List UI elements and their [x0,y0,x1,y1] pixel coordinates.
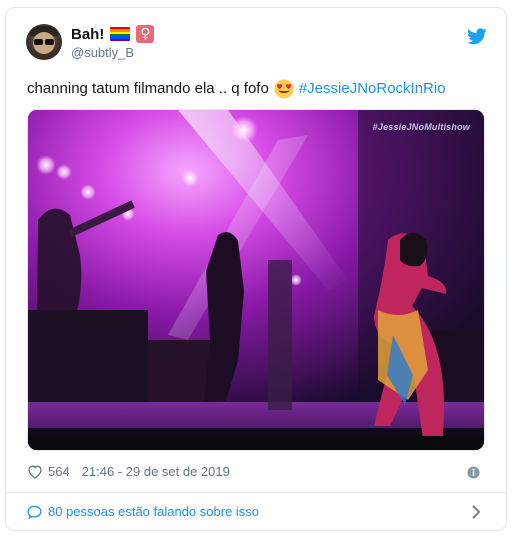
female-sign-emoji: ♀ [136,25,155,43]
tweet-photo[interactable]: #JessieJNoMultishow [27,109,485,451]
divider [6,492,506,493]
tweet-body: channing tatum filmando ela .. q fofo [27,80,269,97]
rainbow-flag-emoji [110,27,131,41]
broadcast-watermark: #JessieJNoMultishow [372,122,470,132]
info-icon[interactable] [467,466,480,479]
tweet-card[interactable]: Bah! ♀ @subtly_B channing tatum filmando… [5,7,507,531]
conversation-label: 80 pessoas estão falando sobre isso [48,504,260,519]
conversation-link[interactable]: 80 pessoas estão falando sobre isso [27,504,259,519]
timestamp[interactable]: 21:46 - 29 de set de 2019 [82,464,230,479]
speech-bubble-icon [27,505,42,519]
tweet-meta: 564 21:46 - 29 de set de 2019 [27,464,230,479]
user-handle[interactable]: @subtly_B [71,45,134,60]
heart-icon[interactable] [27,464,43,479]
heart-eyes-emoji [274,79,294,99]
like-count[interactable]: 564 [48,464,70,479]
author-name-row[interactable]: Bah! ♀ [71,25,155,43]
concert-stage-image [28,110,484,450]
hashtag-link[interactable]: #JessieJNoRockInRio [299,79,446,99]
twitter-bird-icon[interactable] [467,28,487,45]
avatar[interactable] [26,24,62,60]
display-name[interactable]: Bah! [71,26,104,43]
tweet-text: channing tatum filmando ela .. q fofo #J… [27,79,446,99]
chevron-right-icon[interactable] [472,505,481,519]
